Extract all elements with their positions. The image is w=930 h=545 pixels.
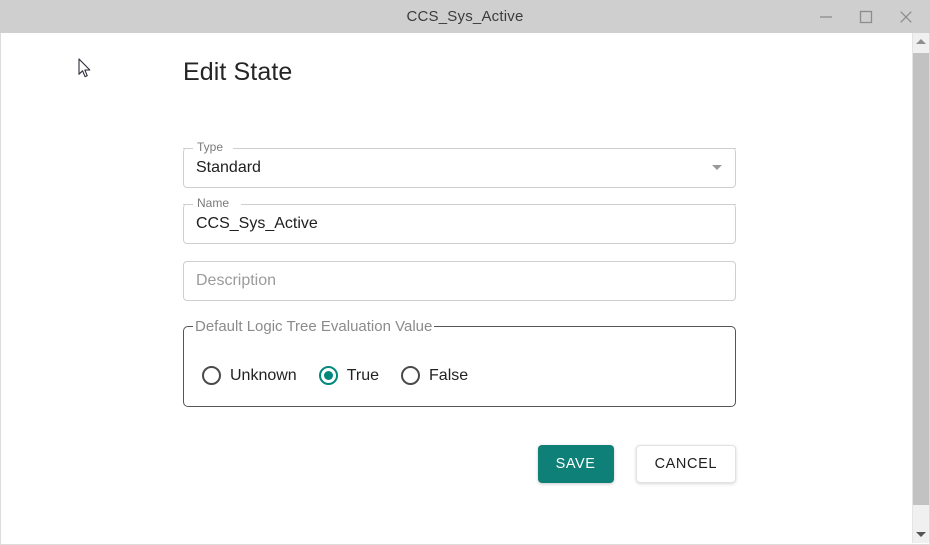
close-button[interactable] — [886, 0, 926, 33]
chevron-down-icon[interactable] — [712, 165, 722, 170]
scrollbar-thumb[interactable] — [913, 53, 929, 505]
window-controls — [806, 0, 926, 33]
radio-options: Unknown True False — [202, 366, 468, 385]
description-field[interactable] — [183, 261, 736, 301]
page-title: Edit State — [183, 58, 293, 86]
form-actions: SAVE CANCEL — [183, 445, 736, 483]
name-input[interactable] — [196, 204, 696, 244]
close-icon — [899, 10, 913, 24]
application-window: CCS_Sys_Active Edit State Type Standard … — [0, 0, 930, 545]
radio-label-true: True — [346, 366, 380, 384]
radio-label-false: False — [429, 366, 469, 384]
scroll-up-arrow-icon — [916, 39, 926, 44]
name-field[interactable]: Name — [183, 196, 736, 244]
scroll-down-button[interactable] — [913, 526, 929, 543]
scroll-down-arrow-icon — [916, 532, 926, 537]
title-bar: CCS_Sys_Active — [0, 0, 930, 33]
cancel-button[interactable]: CANCEL — [635, 445, 736, 483]
radio-circle-selected-icon — [318, 366, 338, 385]
save-button[interactable]: SAVE — [537, 445, 614, 483]
window-title: CCS_Sys_Active — [406, 8, 524, 25]
type-select-value[interactable] — [196, 148, 696, 188]
maximize-icon — [859, 10, 873, 24]
minimize-icon — [819, 10, 833, 24]
radio-option-unknown[interactable]: Unknown — [202, 366, 297, 385]
minimize-button[interactable] — [806, 0, 846, 33]
radio-option-false[interactable]: False — [401, 366, 468, 385]
scroll-up-button[interactable] — [913, 33, 929, 50]
edit-state-form: Edit State Type Standard Name CCS_Sys_Ac… — [1, 33, 911, 544]
radio-circle-icon — [202, 366, 221, 385]
vertical-scrollbar[interactable] — [912, 33, 929, 543]
default-logic-tree-evaluation-value-group: Default Logic Tree Evaluation Value Unkn… — [183, 319, 736, 407]
maximize-button[interactable] — [846, 0, 886, 33]
dialog-content: Edit State Type Standard Name CCS_Sys_Ac… — [0, 33, 930, 545]
description-input[interactable] — [196, 261, 696, 301]
type-field[interactable]: Type — [183, 140, 736, 188]
radio-group-legend: Default Logic Tree Evaluation Value — [195, 318, 433, 335]
radio-label-unknown: Unknown — [230, 366, 297, 384]
radio-circle-icon — [401, 366, 421, 385]
radio-option-true[interactable]: True — [318, 366, 380, 385]
